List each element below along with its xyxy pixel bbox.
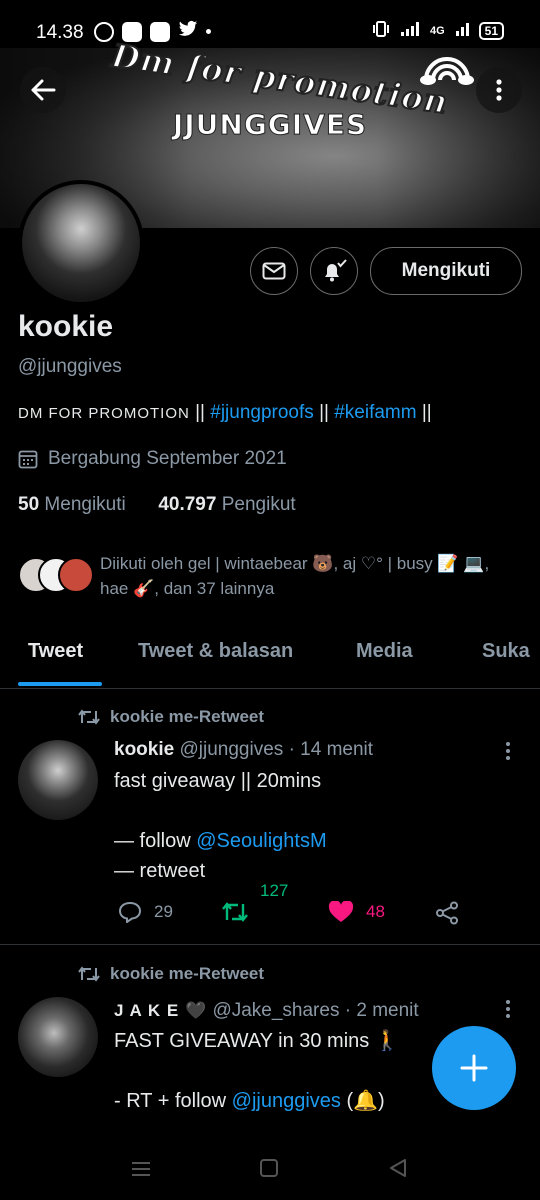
followers-count: 40.797 bbox=[158, 494, 217, 515]
tweet-text-line: — retweet bbox=[114, 860, 206, 882]
tweet-menu-button[interactable] bbox=[504, 998, 512, 1025]
compose-tweet-button[interactable] bbox=[432, 1026, 516, 1110]
tab-media[interactable]: Media bbox=[356, 640, 413, 663]
bio-separator: || bbox=[189, 402, 211, 423]
tweet-header: J A K E 🖤 @Jake_shares · 2 menit bbox=[114, 1000, 419, 1022]
retweet-context[interactable]: kookie me-Retweet bbox=[78, 707, 264, 727]
followers-label: Pengikut bbox=[221, 494, 296, 515]
tweet-avatar[interactable] bbox=[18, 997, 98, 1077]
signal-icon bbox=[400, 21, 420, 40]
vertical-dots-icon bbox=[506, 1000, 510, 1018]
profile-handle: @jjunggives bbox=[18, 356, 122, 377]
reply-count: 29 bbox=[154, 902, 173, 921]
like-count: 48 bbox=[366, 902, 385, 921]
retweet-icon bbox=[78, 709, 100, 725]
retweet-button[interactable] bbox=[222, 901, 248, 923]
tweet-menu-button[interactable] bbox=[504, 740, 512, 767]
tweet-author-handle[interactable]: @jjunggives bbox=[179, 739, 283, 760]
like-button[interactable]: 48 bbox=[328, 901, 385, 923]
banner-subtitle: JJUNGGIVES bbox=[172, 108, 368, 142]
envelope-icon bbox=[262, 262, 286, 280]
following-count-link[interactable]: 50 Mengikuti bbox=[18, 494, 126, 515]
system-indicators: 4G 51 bbox=[372, 21, 504, 40]
calendar-icon bbox=[18, 450, 38, 469]
bio-text: DM FOR PROMOTION bbox=[18, 405, 190, 422]
followed-by-text: Diikuti oleh gel | wintaebear 🐻, aj ♡° |… bbox=[100, 554, 490, 598]
tweet-header: kookie @jjunggives · 14 menit bbox=[114, 739, 373, 761]
following-button[interactable]: Mengikuti bbox=[370, 247, 522, 295]
vibrate-icon bbox=[372, 21, 390, 40]
tab-tweet-replies[interactable]: Tweet & balasan bbox=[138, 640, 293, 663]
retweeter-name: kookie bbox=[110, 964, 164, 983]
tweet-author-handle[interactable]: @Jake_shares bbox=[212, 1000, 339, 1021]
profile-bio: DM FOR PROMOTION || #jjungproofs || #kei… bbox=[18, 402, 432, 424]
mention-link[interactable]: @SeoulightsM bbox=[196, 830, 326, 852]
avatar bbox=[58, 557, 94, 593]
tab-tweet[interactable]: Tweet bbox=[28, 640, 83, 663]
active-tab-indicator bbox=[18, 682, 102, 686]
plus-icon bbox=[460, 1054, 488, 1082]
tweet-author-name[interactable]: J A K E 🖤 bbox=[114, 1001, 207, 1020]
tweet-text-line: fast giveaway || 20mins bbox=[114, 770, 322, 792]
tweet-text-line: (🔔) bbox=[340, 1090, 385, 1112]
followed-by-avatars bbox=[18, 553, 98, 595]
bio-separator: || bbox=[416, 402, 432, 423]
system-navigation-bar bbox=[0, 1140, 540, 1200]
vertical-dots-icon bbox=[506, 742, 510, 760]
status-time: 14.38 bbox=[36, 22, 84, 43]
share-icon bbox=[436, 901, 458, 925]
battery-icon: 51 bbox=[478, 21, 504, 40]
hashtag-link[interactable]: #jjungproofs bbox=[210, 402, 314, 423]
tweet-author-name[interactable]: kookie bbox=[114, 739, 174, 760]
joined-text: Bergabung September 2021 bbox=[48, 448, 287, 469]
retweet-icon bbox=[222, 902, 248, 922]
tab-likes[interactable]: Suka bbox=[482, 640, 530, 663]
tweet-avatar[interactable] bbox=[18, 740, 98, 820]
tweet-text-line: — follow bbox=[114, 830, 197, 852]
hashtag-link[interactable]: #keifamm bbox=[334, 402, 416, 423]
retweet-label: me-Retweet bbox=[168, 964, 265, 983]
profile-name: kookie bbox=[18, 310, 114, 343]
retweet-context[interactable]: kookie me-Retweet bbox=[78, 964, 264, 984]
reply-button[interactable]: 29 bbox=[118, 901, 173, 923]
message-button[interactable] bbox=[250, 247, 298, 295]
twitter-bird-icon bbox=[178, 20, 198, 43]
tweet-body: fast giveaway || 20mins — follow @Seouli… bbox=[114, 766, 514, 886]
tweet-time: · 2 menit bbox=[344, 1000, 419, 1021]
joined-date: Bergabung September 2021 bbox=[18, 448, 287, 470]
tweet-time: · 14 menit bbox=[288, 739, 374, 760]
follow-counts: 50 Mengikuti 40.797 Pengikut bbox=[18, 494, 296, 516]
followed-by[interactable] bbox=[18, 553, 98, 595]
following-label: Mengikuti bbox=[44, 494, 126, 515]
heart-icon bbox=[328, 901, 354, 922]
retweet-icon bbox=[78, 966, 100, 982]
profile-avatar[interactable] bbox=[18, 180, 144, 306]
retweet-label: me-Retweet bbox=[168, 707, 265, 726]
tweet-text-line: - RT + follow bbox=[114, 1090, 232, 1112]
network-type: 4G bbox=[429, 24, 445, 37]
mention-link[interactable]: @jjunggives bbox=[232, 1090, 341, 1112]
signal-icon-2 bbox=[455, 21, 469, 40]
profile-tabs: Tweet Tweet & balasan Media Suka bbox=[0, 630, 540, 689]
app-icon bbox=[150, 21, 170, 42]
share-button[interactable] bbox=[435, 901, 459, 930]
bell-check-icon bbox=[325, 259, 347, 282]
followers-count-link[interactable]: 40.797 Pengikut bbox=[158, 494, 295, 515]
back-button[interactable] bbox=[20, 67, 66, 113]
following-count: 50 bbox=[18, 494, 40, 515]
dot-icon bbox=[206, 29, 211, 34]
status-bar: 14.38 4G 51 bbox=[0, 0, 540, 48]
vertical-dots-icon bbox=[496, 79, 502, 101]
notifications-button[interactable] bbox=[310, 247, 358, 295]
reply-icon bbox=[118, 901, 142, 923]
retweeter-name: kookie bbox=[110, 707, 164, 726]
retweet-count: 127 bbox=[260, 881, 289, 900]
bio-separator: || bbox=[313, 402, 335, 423]
more-options-button[interactable] bbox=[476, 67, 522, 113]
back-arrow-icon bbox=[31, 79, 56, 101]
home-icon[interactable] bbox=[259, 1158, 279, 1178]
tweet-divider bbox=[0, 944, 540, 945]
back-nav-icon[interactable] bbox=[388, 1158, 408, 1178]
recent-apps-icon[interactable] bbox=[130, 1160, 152, 1178]
